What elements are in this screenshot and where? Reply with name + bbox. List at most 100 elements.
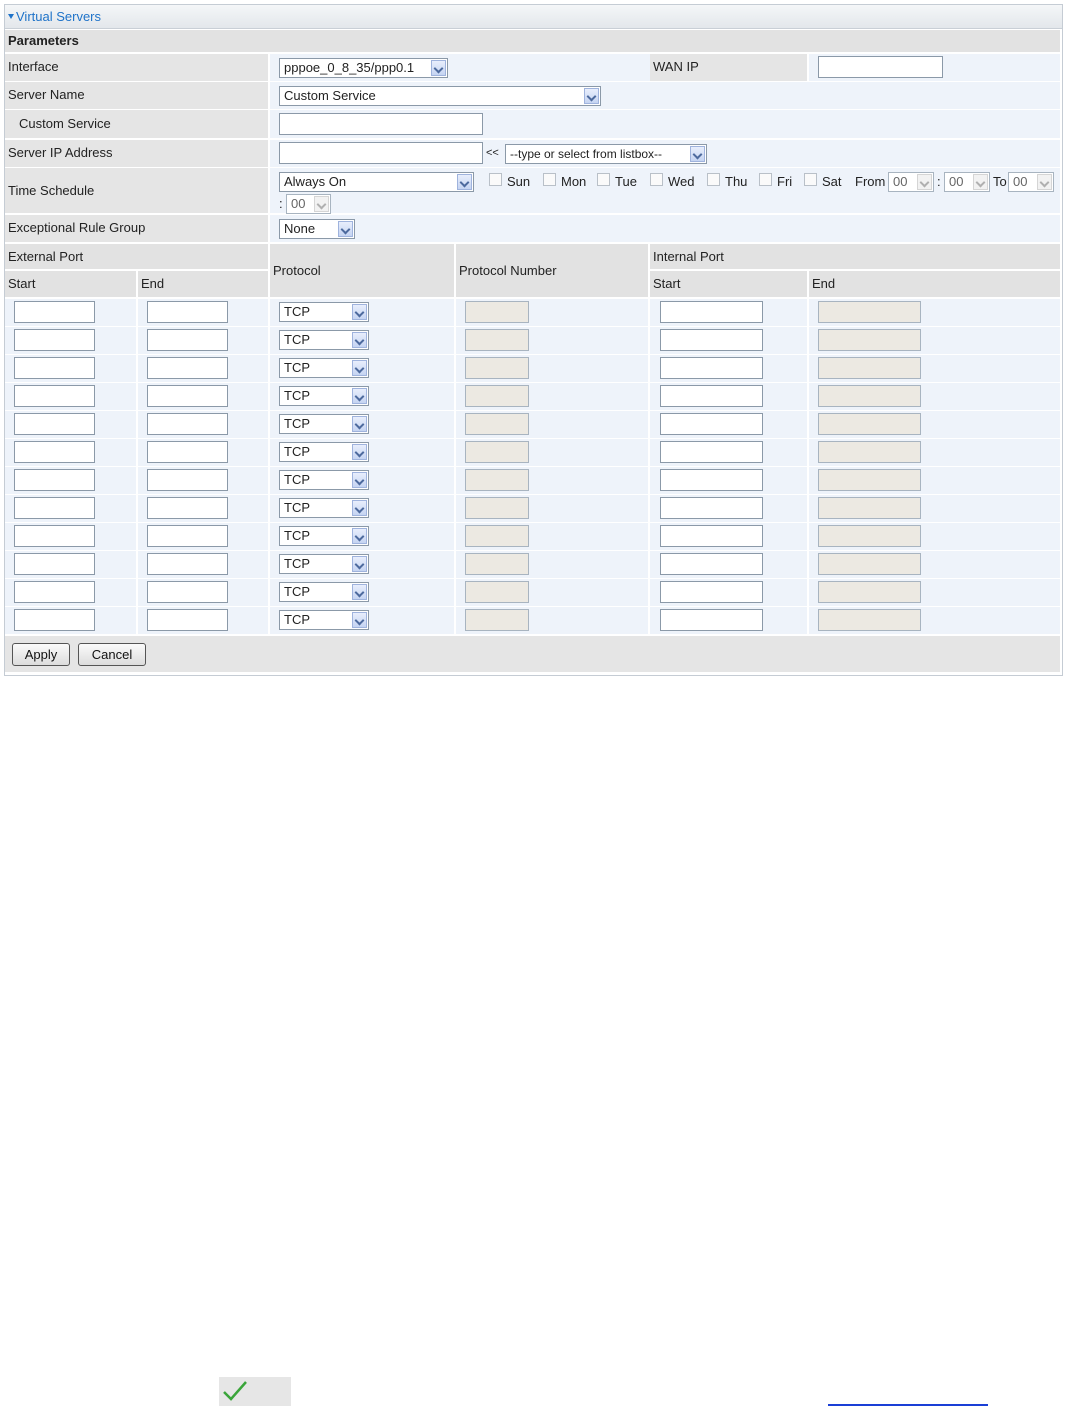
external-port-end-input[interactable] xyxy=(147,553,228,575)
internal-port-start-input[interactable] xyxy=(660,581,763,603)
protocol-number-input[interactable] xyxy=(465,441,529,463)
protocol-select[interactable]: TCP xyxy=(279,526,369,546)
custom-service-input[interactable] xyxy=(279,113,483,135)
external-port-start-input[interactable] xyxy=(14,441,95,463)
from-hour-select[interactable]: 00 xyxy=(888,172,934,192)
external-port-start-input[interactable] xyxy=(14,329,95,351)
internal-port-start-input[interactable] xyxy=(660,385,763,407)
internal-port-end-input[interactable] xyxy=(818,525,921,547)
protocol-number-input[interactable] xyxy=(465,581,529,603)
server-ip-listbox[interactable]: --type or select from listbox-- xyxy=(505,144,707,164)
internal-port-start-input[interactable] xyxy=(660,413,763,435)
internal-port-start-input[interactable] xyxy=(660,329,763,351)
internal-port-end-input[interactable] xyxy=(818,329,921,351)
check-icon xyxy=(223,1381,247,1401)
internal-port-start-input[interactable] xyxy=(660,301,763,323)
to-hour-select[interactable]: 00 xyxy=(1008,172,1054,192)
external-port-end-input[interactable] xyxy=(147,329,228,351)
exceptional-rule-select[interactable]: None xyxy=(279,219,355,239)
protocol-number-input[interactable] xyxy=(465,497,529,519)
chevron-down-icon xyxy=(338,221,353,237)
protocol-number-input[interactable] xyxy=(465,525,529,547)
external-port-end-input[interactable] xyxy=(147,525,228,547)
protocol-number-input[interactable] xyxy=(465,413,529,435)
external-port-end-input[interactable] xyxy=(147,609,228,631)
external-port-start-input[interactable] xyxy=(14,357,95,379)
internal-port-end-input[interactable] xyxy=(818,357,921,379)
protocol-select[interactable]: TCP xyxy=(279,414,369,434)
external-port-end-input[interactable] xyxy=(147,385,228,407)
internal-port-start-input[interactable] xyxy=(660,469,763,491)
protocol-number-input[interactable] xyxy=(465,357,529,379)
external-port-start-input[interactable] xyxy=(14,581,95,603)
checkbox-tue[interactable] xyxy=(597,173,610,186)
protocol-select[interactable]: TCP xyxy=(279,554,369,574)
protocol-number-input[interactable] xyxy=(465,553,529,575)
protocol-number-input[interactable] xyxy=(465,329,529,351)
checkbox-sat[interactable] xyxy=(804,173,817,186)
internal-port-end-input[interactable] xyxy=(818,553,921,575)
protocol-select[interactable]: TCP xyxy=(279,470,369,490)
internal-port-end-input[interactable] xyxy=(818,469,921,491)
protocol-select-value: TCP xyxy=(284,500,310,515)
internal-port-end-input[interactable] xyxy=(818,609,921,631)
internal-port-start-input[interactable] xyxy=(660,525,763,547)
external-port-end-input[interactable] xyxy=(147,497,228,519)
checkbox-mon[interactable] xyxy=(543,173,556,186)
protocol-number-input[interactable] xyxy=(465,385,529,407)
external-port-start-input[interactable] xyxy=(14,609,95,631)
wan-ip-input[interactable] xyxy=(818,56,943,78)
protocol-number-input[interactable] xyxy=(465,301,529,323)
server-name-select[interactable]: Custom Service xyxy=(279,86,601,106)
checkbox-sun[interactable] xyxy=(489,173,502,186)
server-ip-input[interactable] xyxy=(279,142,483,164)
to-minute-select[interactable]: 00 xyxy=(286,194,331,214)
link-underline[interactable] xyxy=(828,1404,988,1406)
checkbox-fri[interactable] xyxy=(759,173,772,186)
protocol-select[interactable]: TCP xyxy=(279,330,369,350)
internal-port-end-input[interactable] xyxy=(818,413,921,435)
time-schedule-select[interactable]: Always On xyxy=(279,172,474,192)
external-port-start-input[interactable] xyxy=(14,301,95,323)
internal-port-end-input[interactable] xyxy=(818,301,921,323)
protocol-select[interactable]: TCP xyxy=(279,498,369,518)
internal-port-start-input[interactable] xyxy=(660,609,763,631)
internal-port-end-input[interactable] xyxy=(818,385,921,407)
external-port-start-input[interactable] xyxy=(14,497,95,519)
protocol-number-input[interactable] xyxy=(465,609,529,631)
internal-port-start-input[interactable] xyxy=(660,357,763,379)
from-minute-select[interactable]: 00 xyxy=(944,172,990,192)
internal-port-end-input[interactable] xyxy=(818,497,921,519)
collapse-triangle-icon[interactable] xyxy=(8,14,14,19)
cancel-button[interactable]: Cancel xyxy=(78,643,146,666)
chevron-down-icon xyxy=(352,556,367,572)
external-port-start-input[interactable] xyxy=(14,525,95,547)
protocol-number-input[interactable] xyxy=(465,469,529,491)
checkbox-thu[interactable] xyxy=(707,173,720,186)
protocol-select[interactable]: TCP xyxy=(279,610,369,630)
internal-port-start-input[interactable] xyxy=(660,441,763,463)
external-port-end-input[interactable] xyxy=(147,413,228,435)
external-port-end-input[interactable] xyxy=(147,301,228,323)
checkbox-wed[interactable] xyxy=(650,173,663,186)
external-port-end-input[interactable] xyxy=(147,441,228,463)
internal-port-start-input[interactable] xyxy=(660,553,763,575)
protocol-select[interactable]: TCP xyxy=(279,302,369,322)
protocol-select[interactable]: TCP xyxy=(279,386,369,406)
internal-port-end-input[interactable] xyxy=(818,441,921,463)
interface-select[interactable]: pppoe_0_8_35/ppp0.1 xyxy=(279,58,448,78)
external-port-start-input[interactable] xyxy=(14,469,95,491)
external-port-end-input[interactable] xyxy=(147,469,228,491)
external-port-end-input[interactable] xyxy=(147,357,228,379)
internal-port-end-input[interactable] xyxy=(818,581,921,603)
panel-title[interactable]: Virtual Servers xyxy=(5,5,1062,29)
apply-button[interactable]: Apply xyxy=(12,643,70,666)
protocol-select[interactable]: TCP xyxy=(279,442,369,462)
external-port-start-input[interactable] xyxy=(14,385,95,407)
external-port-start-input[interactable] xyxy=(14,553,95,575)
internal-port-start-input[interactable] xyxy=(660,497,763,519)
external-port-start-input[interactable] xyxy=(14,413,95,435)
protocol-select[interactable]: TCP xyxy=(279,358,369,378)
protocol-select[interactable]: TCP xyxy=(279,582,369,602)
external-port-end-input[interactable] xyxy=(147,581,228,603)
